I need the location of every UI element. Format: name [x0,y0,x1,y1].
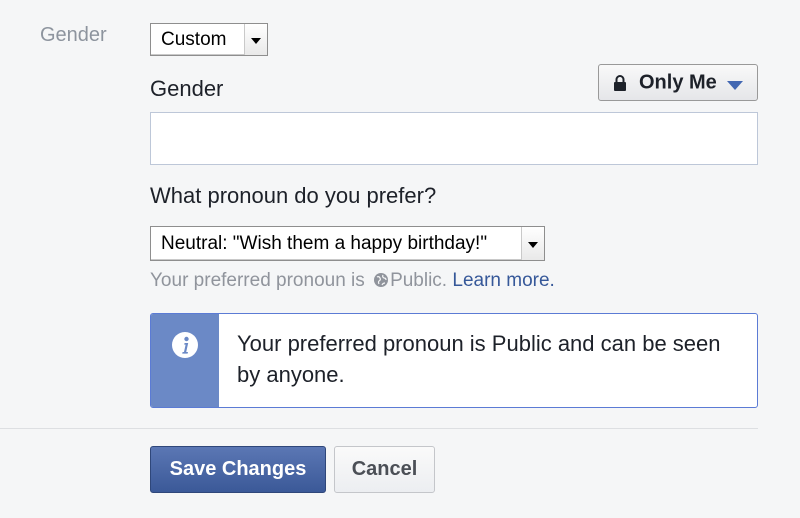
pronoun-question: What pronoun do you prefer? [150,183,437,208]
chevron-down-icon [251,37,261,44]
hint-text: Your preferred pronoun is [150,270,365,291]
pronoun-select-value: Neutral: "Wish them a happy birthday!" [161,232,488,254]
custom-gender-input[interactable] [150,112,758,165]
info-notice: Your preferred pronoun is Public and can… [150,313,758,408]
gender-select[interactable]: Custom [150,23,268,56]
gender-select-dropdown-button[interactable] [244,24,267,55]
lock-icon [614,75,626,91]
audience-label: Only Me [639,71,717,93]
pronoun-select-dropdown-button[interactable] [521,227,544,260]
learn-more-link[interactable]: Learn more. [452,270,554,291]
gender-select-value: Custom [161,28,227,50]
gender-row-label: Gender [40,24,107,46]
info-notice-sidebar [151,314,219,407]
globe-icon [374,273,389,287]
pronoun-select[interactable]: Neutral: "Wish them a happy birthday!" [150,226,545,261]
chevron-down-icon [528,241,538,248]
save-changes-button[interactable]: Save Changes [150,446,326,493]
info-notice-text: Your preferred pronoun is Public and can… [237,331,721,387]
audience-selector-button[interactable]: Only Me [598,64,758,101]
info-icon [172,332,198,358]
custom-gender-label: Gender [150,76,224,101]
cancel-button[interactable]: Cancel [334,446,435,493]
form-divider [0,428,758,429]
pronoun-privacy-hint: Your preferred pronoun is Public. Learn … [150,270,555,292]
caret-down-icon [727,81,743,90]
hint-audience: Public. [390,270,448,291]
